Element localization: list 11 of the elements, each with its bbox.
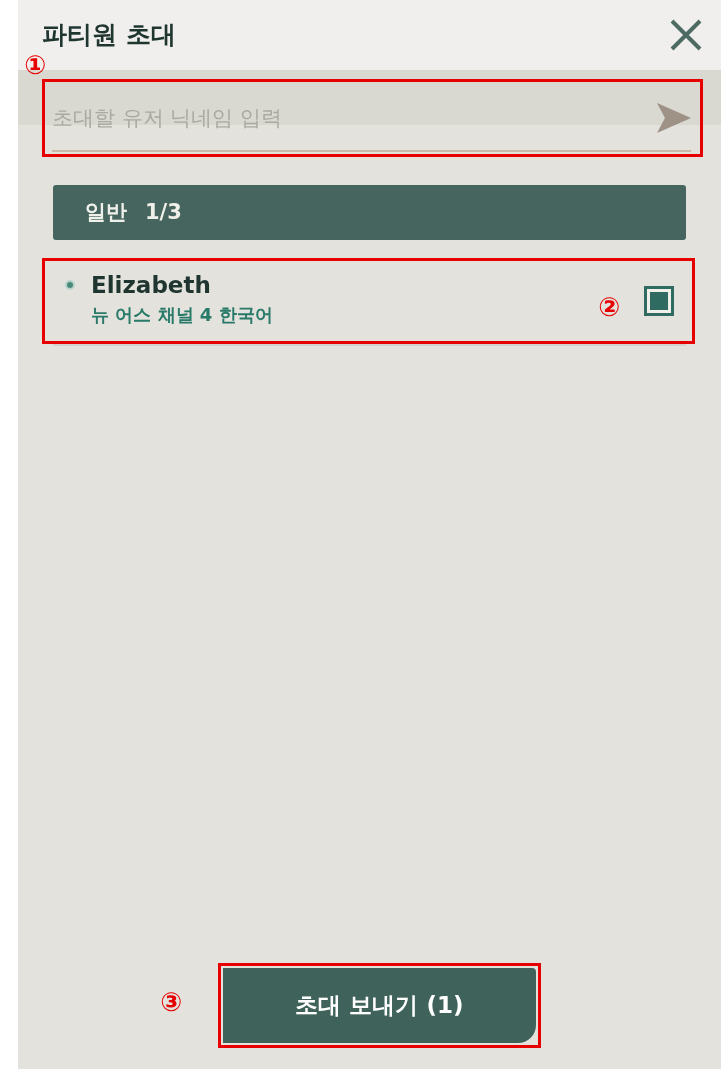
dialog-title: 파티원 초대 — [42, 19, 176, 52]
annotation-number: ③ — [160, 989, 182, 1015]
annotation-number: ① — [24, 52, 46, 78]
group-label: 일반 — [85, 198, 127, 226]
member-name: Elizabeth — [91, 271, 212, 300]
close-icon[interactable] — [669, 18, 703, 52]
group-count: 1/3 — [145, 198, 182, 226]
annotation-number: ② — [598, 294, 620, 320]
send-invite-button[interactable]: 초대 보내기 (1) — [223, 968, 536, 1043]
member-channel: 뉴 어스 채널 4 한국어 — [91, 303, 273, 327]
member-checkbox[interactable] — [644, 286, 674, 316]
